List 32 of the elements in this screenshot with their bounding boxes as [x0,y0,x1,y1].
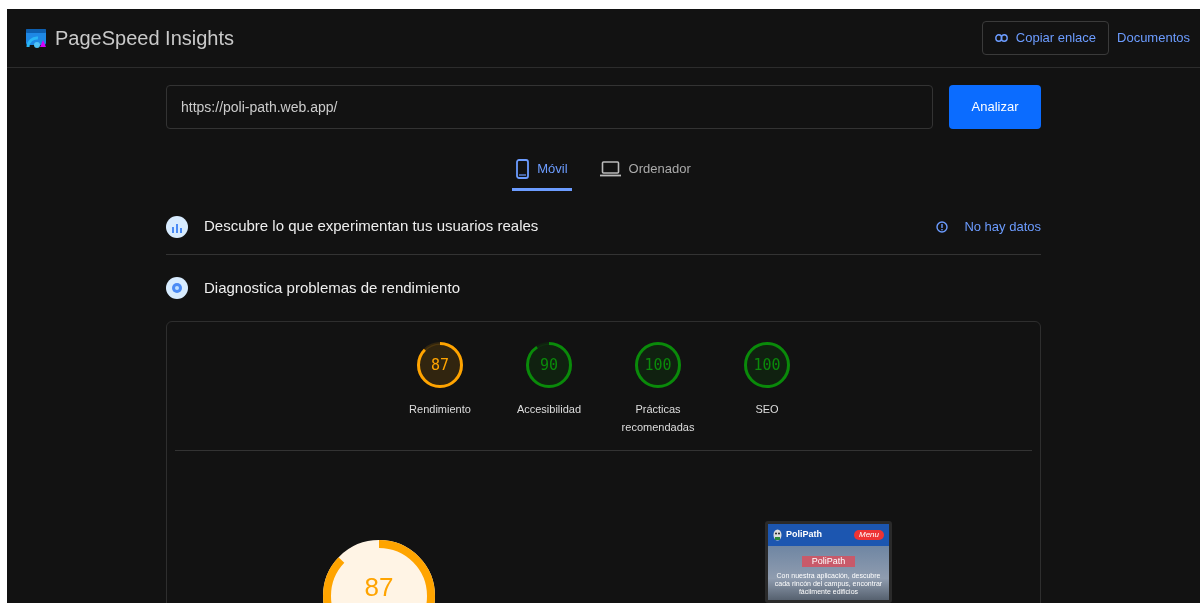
diagnostic-icon [166,277,188,299]
score-value: 87 [430,354,450,376]
score-value: 87 [364,574,394,601]
score-label: Accesibilidad [515,402,583,417]
analyze-button[interactable]: Analizar [949,85,1041,129]
app-title: PageSpeed Insights [55,26,235,51]
score-label: Prácticas recomendadas [620,402,696,435]
app-brand: PoliPath [786,528,822,542]
copy-link-button[interactable]: Copiar enlace [981,21,1109,55]
score-gauge [526,342,572,388]
score-gauge [635,342,681,388]
score-gauge [417,342,463,388]
score-value: 90 [539,354,559,376]
section-title: Descubre lo que experimentan tus usuarios reales [204,216,539,237]
app-heading: PoliPath [801,556,856,567]
users-chart-icon [166,215,188,238]
docs-link[interactable]: Documentos [1117,28,1190,48]
device-tab[interactable]: Ordenador [595,153,695,191]
score-value: 100 [753,354,781,376]
url-field[interactable]: https://poli-path.web.app/ [166,85,933,129]
phone-icon [516,159,530,179]
laptop-icon [599,161,621,177]
score-value: 100 [644,354,672,376]
score-label: Rendimiento [408,402,472,417]
no-data-status: No hay datos [964,217,1041,236]
pagespeed-logo-icon [25,27,47,49]
link-icon [994,34,1008,42]
section-title: Diagnostica problemas de rendimiento [204,277,460,298]
score-gauge [744,342,790,388]
info-icon [936,220,949,233]
score-label: SEO [754,402,780,417]
device-tab[interactable]: Móvil [512,153,572,191]
